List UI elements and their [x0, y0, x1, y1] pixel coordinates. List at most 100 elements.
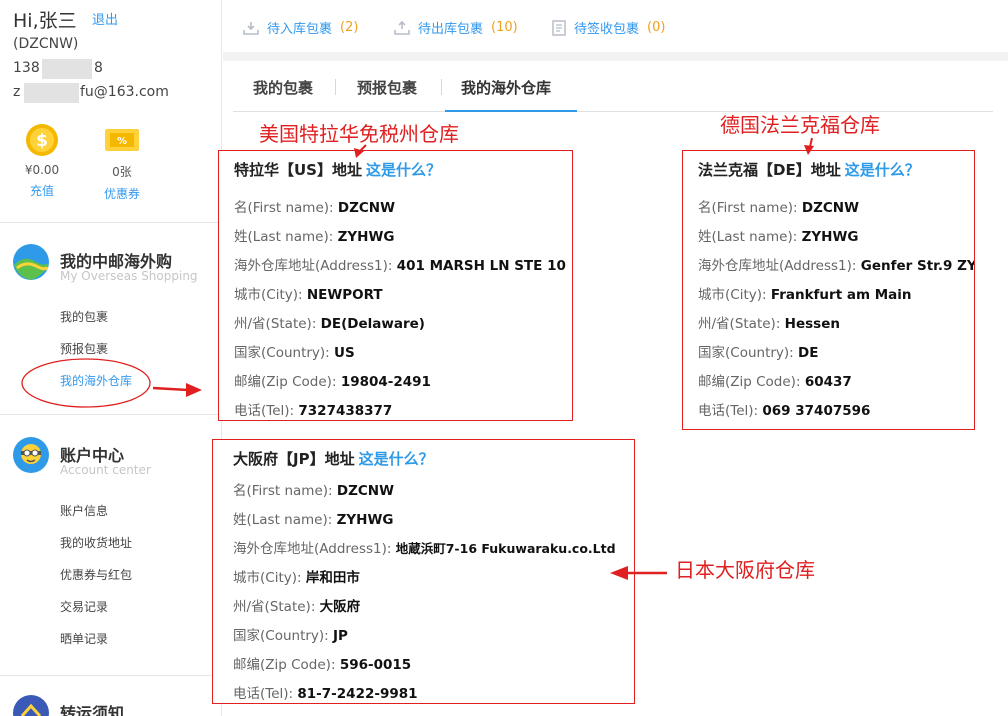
top-pending-sign[interactable]: 待签收包裹 (0) — [552, 18, 665, 37]
field-city: 城市(City): Frankfurt am Main — [698, 283, 912, 303]
field-label: 海外仓库地址(Address1): — [233, 541, 392, 557]
coupon-ticket-icon: % — [105, 123, 139, 157]
field-value: 81-7-2422-9981 — [297, 686, 418, 702]
email-end: fu@163.com — [80, 84, 169, 100]
svg-text:$: $ — [36, 131, 48, 151]
active-tab-indicator — [445, 110, 577, 112]
field-label: 国家(Country): — [233, 628, 329, 644]
field-label: 电话(Tel): — [698, 403, 759, 419]
sidebar-item-my-packages[interactable]: 我的包裹 — [60, 308, 108, 325]
field-last-name: 姓(Last name): ZYHWG — [234, 225, 394, 245]
top-pending-outbound[interactable]: 待出库包裹 (10) — [394, 18, 518, 37]
warehouse-jp-title-text: 大阪府【JP】地址 — [233, 450, 355, 468]
field-value: ZYHWG — [801, 229, 859, 245]
field-zip: 邮编(Zip Code): 60437 — [698, 370, 852, 390]
sidebar-item-my-warehouse[interactable]: 我的海外仓库 — [60, 372, 132, 389]
field-zip: 邮编(Zip Code): 19804-2491 — [234, 370, 431, 390]
field-label: 名(First name): — [698, 200, 798, 216]
field-label: 电话(Tel): — [234, 403, 295, 419]
field-value: Frankfurt am Main — [770, 287, 912, 303]
recharge-link[interactable]: 充值 — [12, 182, 72, 199]
phone-start: 138 — [13, 60, 40, 76]
field-label: 城市(City): — [234, 287, 303, 303]
warehouse-de-card: 法兰克福【DE】地址 这是什么？ 名(First name): DZCNW 姓(L… — [682, 150, 975, 430]
user-id: (DZCNW) — [13, 36, 79, 52]
sidebar-item-account-info[interactable]: 账户信息 — [60, 502, 108, 519]
field-first-name: 名(First name): DZCNW — [233, 479, 394, 499]
field-country: 国家(Country): JP — [233, 624, 348, 644]
what-is-this-link[interactable]: 这是什么？ — [366, 161, 441, 179]
field-city: 城市(City): NEWPORT — [234, 283, 383, 303]
document-icon — [552, 19, 566, 36]
coupon-link[interactable]: 优惠券 — [92, 185, 152, 202]
sidebar-item-transactions[interactable]: 交易记录 — [60, 598, 108, 615]
field-value: NEWPORT — [306, 287, 383, 303]
coupon-count: 0张 — [112, 165, 132, 179]
what-is-this-link[interactable]: 这是什么？ — [845, 161, 920, 179]
warehouse-us-title-text: 特拉华【US】地址 — [234, 161, 362, 179]
sidebar-divider — [0, 675, 222, 676]
annotation-de: 德国法兰克福仓库 — [720, 113, 880, 137]
what-is-this-link[interactable]: 这是什么？ — [359, 450, 434, 468]
balance-value: ¥0.00 — [24, 163, 60, 177]
field-value: DE — [798, 345, 819, 361]
outbox-icon — [394, 20, 410, 35]
field-value: 401 MARSH LN STE 10 — [396, 258, 566, 274]
transfer-title: 转运须知 — [60, 704, 125, 716]
field-last-name: 姓(Last name): ZYHWG — [698, 225, 858, 245]
field-address: 海外仓库地址(Address1): 401 MARSH LN STE 10 — [234, 254, 566, 274]
warehouse-us-title: 特拉华【US】地址 这是什么？ — [234, 159, 441, 180]
warehouse-de-title-text: 法兰克福【DE】地址 — [698, 161, 841, 179]
top-pending-outbound-label: 待出库包裹 — [418, 22, 484, 37]
field-value: 大阪府 — [319, 599, 361, 615]
sidebar: Hi,张三 退出 (DZCNW) 138 8 z fu@163.com $ ¥0… — [0, 0, 222, 716]
field-state: 州/省(State): 大阪府 — [233, 595, 360, 615]
logout-link[interactable]: 退出 — [92, 9, 118, 28]
field-value: DZCNW — [337, 200, 395, 216]
warehouse-us-card: 特拉华【US】地址 这是什么？ 名(First name): DZCNW 姓(La… — [218, 150, 573, 421]
tab-forecast-packages[interactable]: 预报包裹 — [357, 77, 417, 98]
field-label: 姓(Last name): — [234, 229, 334, 245]
field-value: 60437 — [804, 374, 852, 390]
field-tel: 电话(Tel): 81-7-2422-9981 — [233, 682, 418, 702]
email-start: z — [13, 84, 21, 100]
field-value: US — [334, 345, 355, 361]
account-icon — [12, 436, 50, 474]
privacy-mask — [42, 59, 92, 79]
warehouse-de-title: 法兰克福【DE】地址 这是什么？ — [698, 159, 920, 180]
field-value: 596-0015 — [339, 657, 412, 673]
field-address: 海外仓库地址(Address1): Genfer Str.9 ZY — [698, 254, 974, 274]
field-label: 城市(City): — [233, 570, 302, 586]
coupon-widget: % 0张 优惠券 — [92, 123, 152, 202]
sidebar-item-address[interactable]: 我的收货地址 — [60, 534, 132, 551]
field-label: 电话(Tel): — [233, 686, 294, 702]
field-value: JP — [333, 628, 348, 644]
tab-my-warehouse[interactable]: 我的海外仓库 — [461, 77, 551, 98]
field-label: 海外仓库地址(Address1): — [698, 258, 857, 274]
warehouse-jp-card: 大阪府【JP】地址 这是什么？ 名(First name): DZCNW 姓(La… — [212, 439, 635, 704]
field-label: 国家(Country): — [234, 345, 330, 361]
field-label: 姓(Last name): — [698, 229, 798, 245]
field-value: 19804-2491 — [340, 374, 431, 390]
sidebar-item-coupons[interactable]: 优惠券与红包 — [60, 566, 132, 583]
phone-end: 8 — [94, 60, 103, 76]
top-pending-outbound-count: (10) — [491, 20, 518, 35]
annotation-jp: 日本大阪府仓库 — [675, 558, 815, 582]
field-country: 国家(Country): DE — [698, 341, 818, 361]
sidebar-item-reviews[interactable]: 晒单记录 — [60, 630, 108, 647]
top-pending-inbound[interactable]: 待入库包裹 (2) — [243, 18, 358, 37]
balance-widget: $ ¥0.00 充值 — [12, 123, 72, 199]
field-value: DZCNW — [336, 483, 394, 499]
field-value: Hessen — [784, 316, 840, 332]
field-value: 地蔵浜町7-16 Fukuwaraku.co.Ltd — [395, 541, 616, 556]
overseas-subtitle: My Overseas Shopping — [60, 269, 198, 283]
field-label: 名(First name): — [233, 483, 333, 499]
top-pending-inbound-count: (2) — [340, 20, 359, 35]
warehouse-jp-title: 大阪府【JP】地址 这是什么？ — [233, 448, 434, 469]
tab-my-packages[interactable]: 我的包裹 — [253, 77, 313, 98]
field-label: 邮编(Zip Code): — [698, 374, 801, 390]
field-value: 7327438377 — [298, 403, 393, 419]
field-label: 国家(Country): — [698, 345, 794, 361]
field-value: 岸和田市 — [305, 570, 360, 586]
sidebar-item-forecast-packages[interactable]: 预报包裹 — [60, 340, 108, 357]
